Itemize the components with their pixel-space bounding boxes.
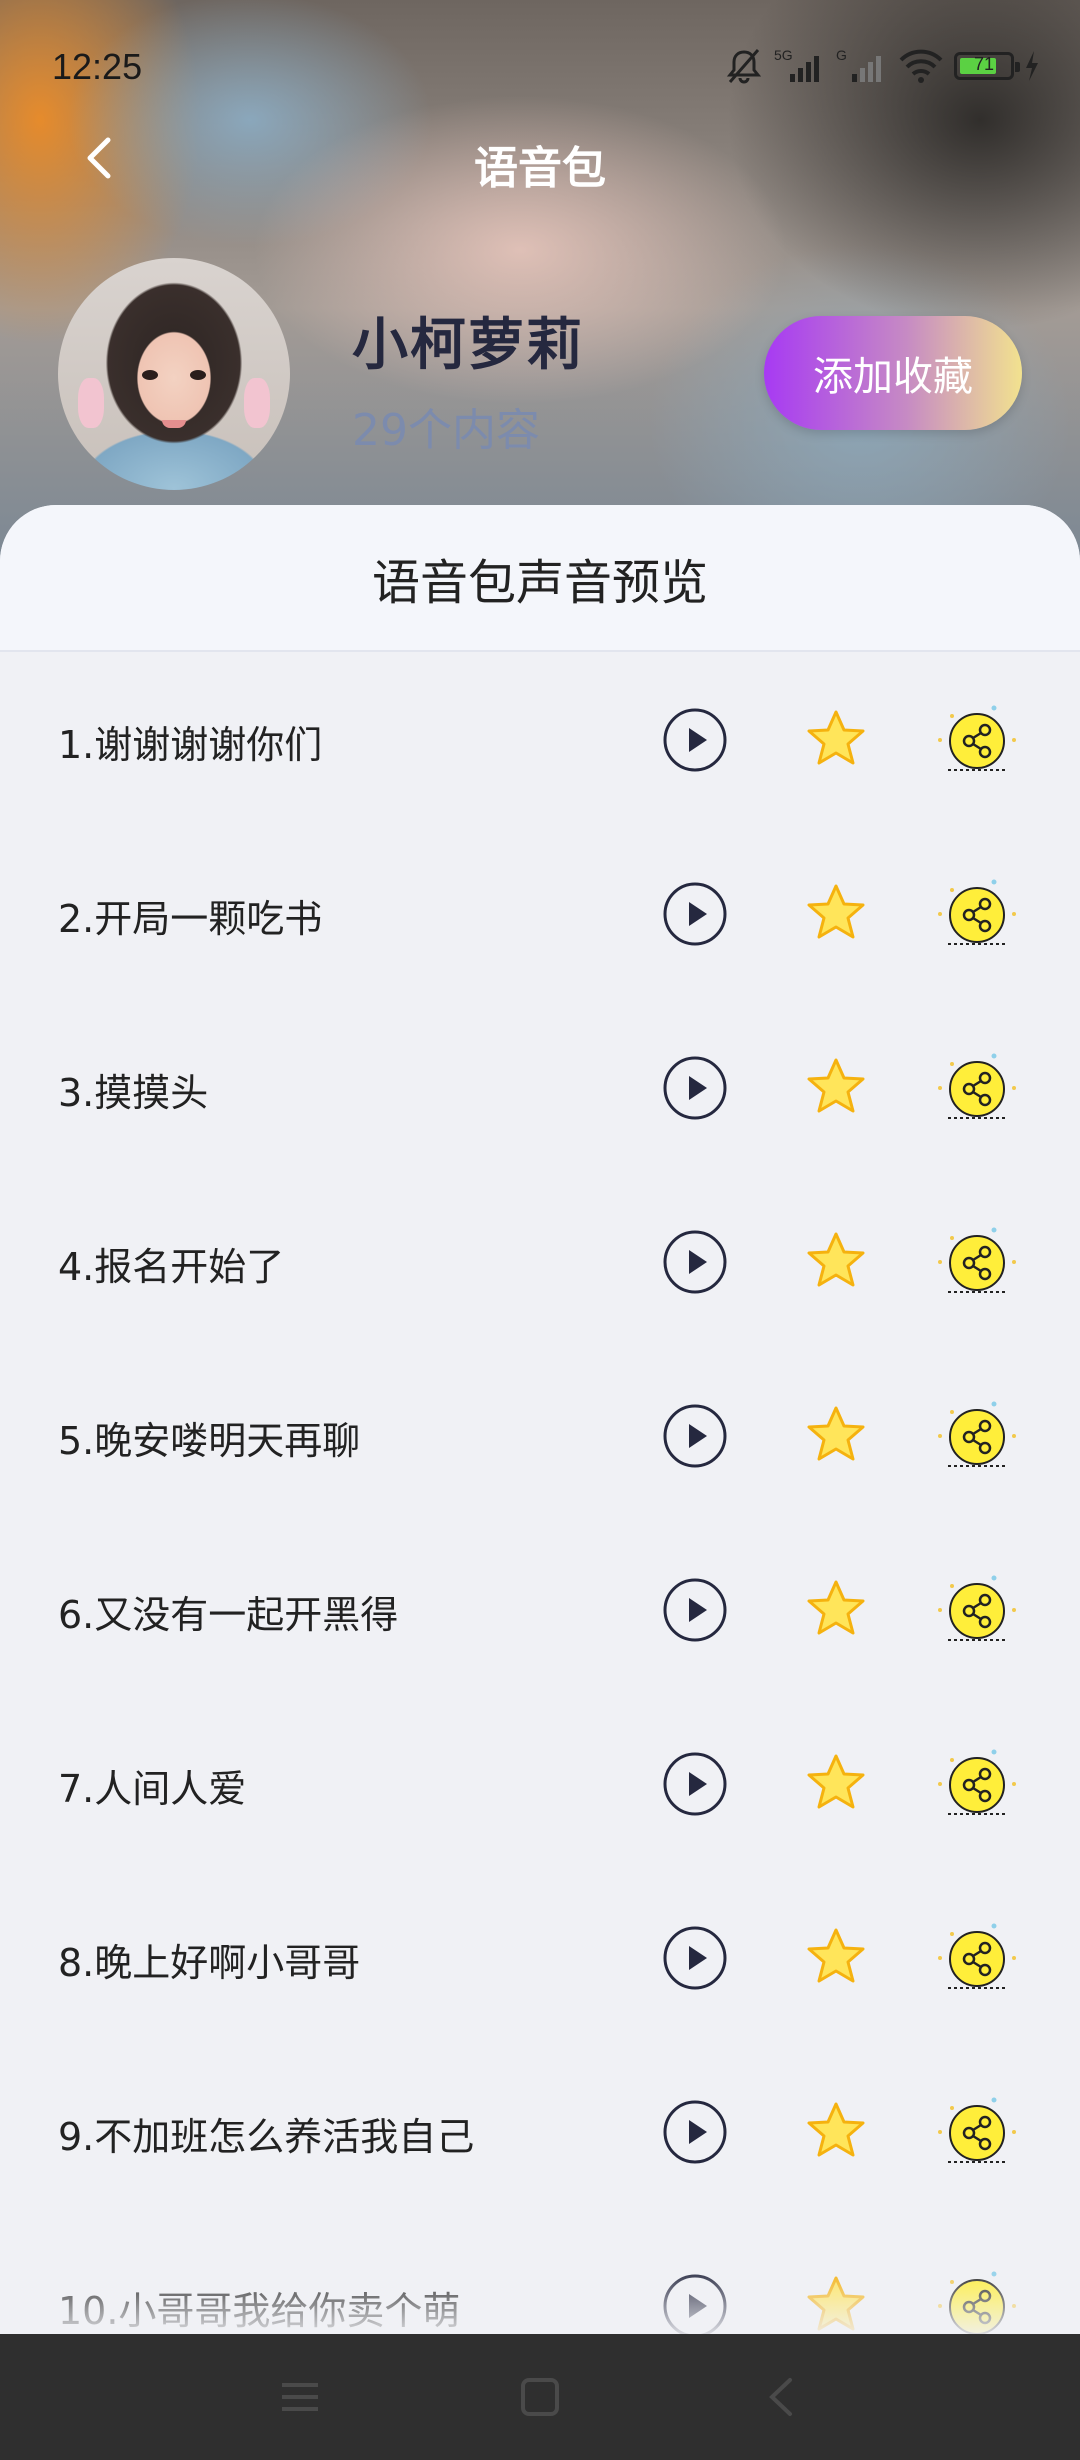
add-favorite-button[interactable]: 添加收藏 [764, 316, 1022, 430]
clip-title: 5.晚安喽明天再聊 [58, 1419, 361, 1463]
list-item[interactable]: 3.摸摸头 [0, 1000, 1080, 1174]
list-item[interactable]: 6.又没有一起开黑得 [0, 1522, 1080, 1696]
clip-title: 7.人间人爱 [58, 1767, 247, 1811]
play-button[interactable] [662, 1403, 728, 1469]
favorite-star-button[interactable] [804, 1925, 868, 1989]
play-button[interactable] [662, 1751, 728, 1817]
list-item[interactable]: 7.人间人爱 [0, 1696, 1080, 1870]
share-button[interactable] [934, 1918, 1020, 1998]
favorite-star-button[interactable] [804, 2273, 868, 2335]
system-nav-bar [0, 2334, 1080, 2460]
share-button[interactable] [934, 1222, 1020, 1302]
play-button[interactable] [662, 1055, 728, 1121]
favorite-star-button[interactable] [804, 707, 868, 771]
favorite-star-button[interactable] [804, 1055, 868, 1119]
clip-list: 1.谢谢谢谢你们 2.开局一颗吃书 3.摸摸头 4.报名开始了 5.晚安喽明天再聊 6.又… [0, 652, 1080, 2335]
sheet-header: 语音包声音预览 [0, 505, 1080, 652]
play-button[interactable] [662, 2099, 728, 2165]
share-button[interactable] [934, 874, 1020, 954]
home-square-icon[interactable] [510, 2367, 570, 2427]
network-label: 5G [774, 47, 793, 63]
share-button[interactable] [934, 1396, 1020, 1476]
network-label-2: G [836, 47, 847, 63]
play-button[interactable] [662, 1925, 728, 1991]
play-button[interactable] [662, 1577, 728, 1643]
share-button[interactable] [934, 2092, 1020, 2172]
list-item[interactable]: 2.开局一颗吃书 [0, 826, 1080, 1000]
clip-title: 2.开局一颗吃书 [58, 897, 323, 941]
menu-icon[interactable] [270, 2367, 330, 2427]
page-title: 语音包 [474, 143, 606, 194]
clip-title: 9.不加班怎么养活我自己 [58, 2115, 475, 2159]
share-button[interactable] [934, 1570, 1020, 1650]
list-item[interactable]: 9.不加班怎么养活我自己 [0, 2044, 1080, 2218]
favorite-star-button[interactable] [804, 1577, 868, 1641]
bell-off-icon [726, 49, 762, 84]
list-item[interactable]: 8.晚上好啊小哥哥 [0, 1870, 1080, 2044]
voice-pack-name: 小柯萝莉 [352, 313, 584, 378]
list-item[interactable]: 1.谢谢谢谢你们 [0, 652, 1080, 826]
content-count: 29个内容 [352, 405, 540, 456]
back-triangle-icon[interactable] [750, 2367, 810, 2427]
share-button[interactable] [934, 2266, 1020, 2335]
charging-icon [1026, 51, 1038, 81]
list-item[interactable]: 10.小哥哥我给你卖个萌 [0, 2218, 1080, 2335]
favorite-star-button[interactable] [804, 1751, 868, 1815]
signal-icon: G [836, 47, 881, 82]
status-time: 12:25 [52, 46, 143, 87]
clip-title: 1.谢谢谢谢你们 [58, 723, 323, 767]
battery-level: 71 [973, 54, 995, 74]
clip-title: 4.报名开始了 [58, 1245, 285, 1289]
status-bar: 12:25 5G G 71 [0, 0, 1080, 140]
clip-title: 3.摸摸头 [58, 1071, 209, 1115]
clip-title: 6.又没有一起开黑得 [58, 1593, 399, 1637]
play-button[interactable] [662, 2273, 728, 2335]
favorite-star-button[interactable] [804, 881, 868, 945]
list-item[interactable]: 4.报名开始了 [0, 1174, 1080, 1348]
sheet-title: 语音包声音预览 [371, 554, 708, 611]
preview-sheet: 语音包声音预览 1.谢谢谢谢你们 2.开局一颗吃书 3.摸摸头 4.报名开始了 5.晚安… [0, 505, 1080, 2335]
play-button[interactable] [662, 707, 728, 773]
battery-icon: 71 [954, 52, 1020, 80]
signal-icon: 5G [774, 47, 819, 82]
clip-title: 8.晚上好啊小哥哥 [58, 1941, 361, 1985]
favorite-star-button[interactable] [804, 2099, 868, 2163]
share-button[interactable] [934, 700, 1020, 780]
play-button[interactable] [662, 1229, 728, 1295]
share-button[interactable] [934, 1048, 1020, 1128]
share-button[interactable] [934, 1744, 1020, 1824]
avatar [58, 258, 290, 490]
wifi-icon [899, 49, 943, 83]
list-item[interactable]: 5.晚安喽明天再聊 [0, 1348, 1080, 1522]
status-icons: 5G G 71 [724, 42, 1040, 90]
clip-title: 10.小哥哥我给你卖个萌 [58, 2289, 461, 2333]
favorite-star-button[interactable] [804, 1229, 868, 1293]
play-button[interactable] [662, 881, 728, 947]
favorite-star-button[interactable] [804, 1403, 868, 1467]
